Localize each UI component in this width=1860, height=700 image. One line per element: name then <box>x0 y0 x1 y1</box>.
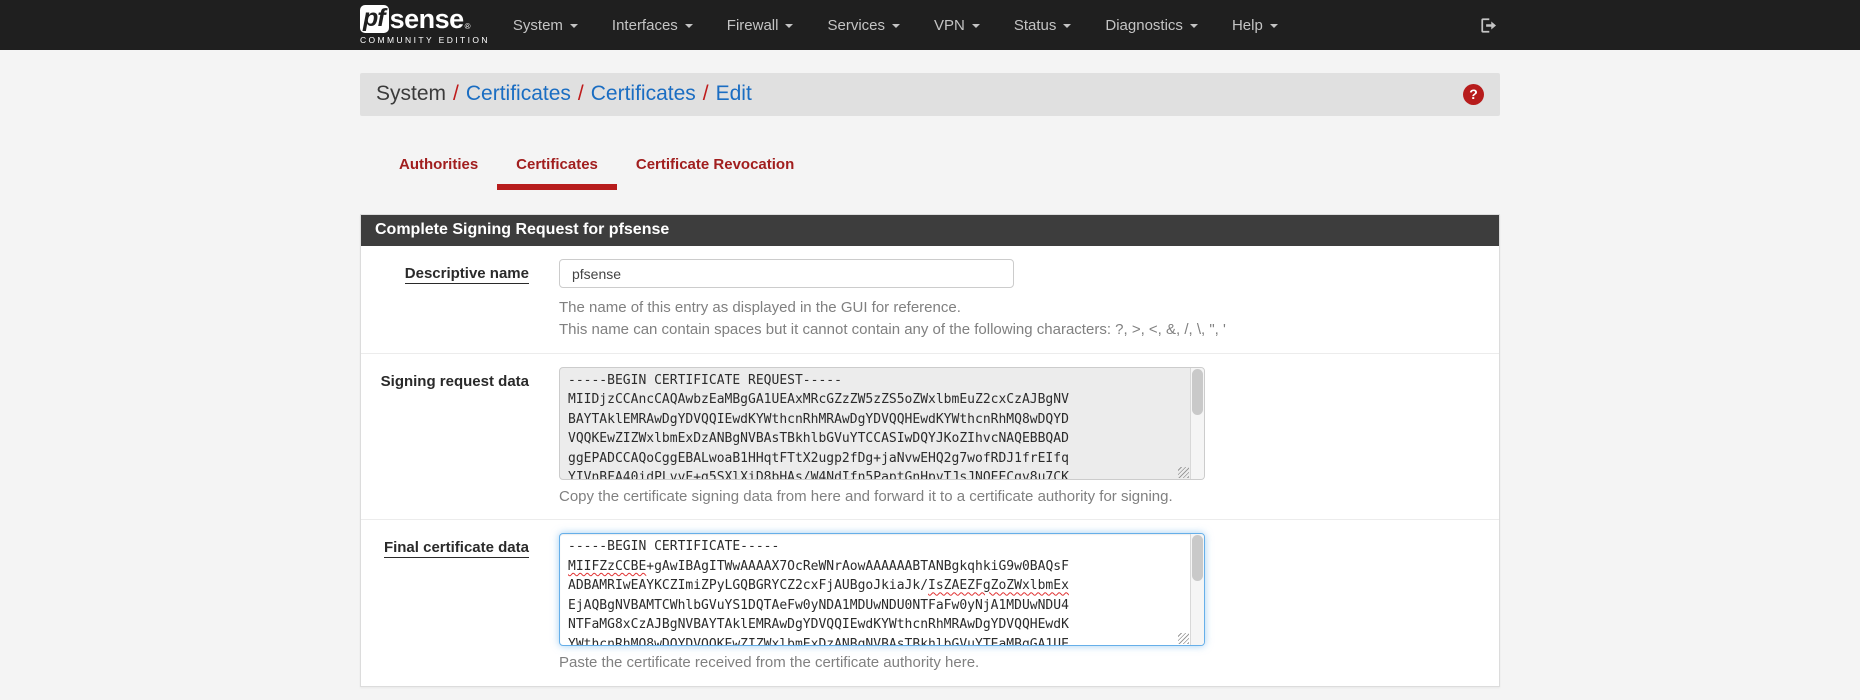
logo-community-edition: COMMUNITY EDITION <box>360 35 490 45</box>
breadcrumb-separator: / <box>571 82 591 105</box>
breadcrumb: System/Certificates/Certificates/Edit <box>376 82 752 106</box>
chevron-down-icon <box>685 24 693 28</box>
tab-certificate-revocation[interactable]: Certificate Revocation <box>617 147 813 190</box>
main-menu: System Interfaces Firewall Services VPN … <box>496 0 1295 50</box>
final-certificate-help: Paste the certificate received from the … <box>559 652 1485 674</box>
final-certificate-textarea-content: -----BEGIN CERTIFICATE----- MIIFZzCCBE+g… <box>560 534 1204 646</box>
signing-request-help: Copy the certificate signing data from h… <box>559 486 1485 508</box>
top-navbar: pfsense® COMMUNITY EDITION System Interf… <box>0 0 1860 50</box>
menu-system[interactable]: System <box>496 0 595 50</box>
tab-authorities[interactable]: Authorities <box>380 147 497 190</box>
final-certificate-label: Final certificate data <box>361 533 529 674</box>
signing-request-textarea[interactable]: -----BEGIN CERTIFICATE REQUEST----- MIID… <box>559 367 1205 480</box>
textarea-scrollbar[interactable] <box>1190 534 1204 645</box>
menu-firewall[interactable]: Firewall <box>710 0 811 50</box>
descriptive-name-help: The name of this entry as displayed in t… <box>559 297 1485 341</box>
menu-vpn[interactable]: VPN <box>917 0 997 50</box>
menu-interfaces[interactable]: Interfaces <box>595 0 710 50</box>
signing-request-label: Signing request data <box>361 367 529 508</box>
menu-help[interactable]: Help <box>1215 0 1295 50</box>
breadcrumb-bar: System/Certificates/Certificates/Edit ? <box>360 73 1500 116</box>
final-certificate-row: Final certificate data -----BEGIN CERTIF… <box>361 520 1499 686</box>
breadcrumb-separator: / <box>696 82 716 105</box>
signing-request-textarea-content: -----BEGIN CERTIFICATE REQUEST----- MIID… <box>560 368 1204 480</box>
textarea-resize-handle[interactable] <box>1178 467 1189 478</box>
chevron-down-icon <box>1063 24 1071 28</box>
scrollbar-thumb[interactable] <box>1192 369 1203 415</box>
breadcrumb-system: System <box>376 82 446 105</box>
logo-registered-mark: ® <box>465 23 471 33</box>
chevron-down-icon <box>1190 24 1198 28</box>
breadcrumb-separator: / <box>446 82 466 105</box>
menu-status[interactable]: Status <box>997 0 1089 50</box>
tab-bar: Authorities Certificates Certificate Rev… <box>360 147 1500 190</box>
final-certificate-textarea[interactable]: -----BEGIN CERTIFICATE----- MIIFZzCCBE+g… <box>559 533 1205 646</box>
scrollbar-thumb[interactable] <box>1192 535 1203 581</box>
breadcrumb-certificates2-link[interactable]: Certificates <box>591 82 696 105</box>
breadcrumb-certificates-link[interactable]: Certificates <box>466 82 571 105</box>
descriptive-name-row: Descriptive name The name of this entry … <box>361 246 1499 354</box>
chevron-down-icon <box>972 24 980 28</box>
chevron-down-icon <box>570 24 578 28</box>
logo-sense-text: sense <box>390 6 464 33</box>
help-icon[interactable]: ? <box>1463 84 1484 105</box>
panel-title: Complete Signing Request for pfsense <box>361 215 1499 246</box>
sign-out-icon <box>1479 16 1498 35</box>
chevron-down-icon <box>892 24 900 28</box>
pfsense-logo[interactable]: pfsense® COMMUNITY EDITION <box>360 5 490 45</box>
descriptive-name-input[interactable] <box>559 259 1014 288</box>
signing-request-row: Signing request data -----BEGIN CERTIFIC… <box>361 354 1499 521</box>
textarea-resize-handle[interactable] <box>1178 633 1189 644</box>
textarea-scrollbar[interactable] <box>1190 368 1204 479</box>
menu-services[interactable]: Services <box>810 0 917 50</box>
logo-pf-mark: pf <box>360 5 389 33</box>
chevron-down-icon <box>785 24 793 28</box>
tab-certificates[interactable]: Certificates <box>497 147 617 190</box>
menu-diagnostics[interactable]: Diagnostics <box>1088 0 1215 50</box>
breadcrumb-edit-link[interactable]: Edit <box>716 82 752 105</box>
signing-request-panel: Complete Signing Request for pfsense Des… <box>360 214 1500 687</box>
chevron-down-icon <box>1270 24 1278 28</box>
logout-button[interactable] <box>1479 16 1500 35</box>
descriptive-name-label: Descriptive name <box>361 259 529 341</box>
